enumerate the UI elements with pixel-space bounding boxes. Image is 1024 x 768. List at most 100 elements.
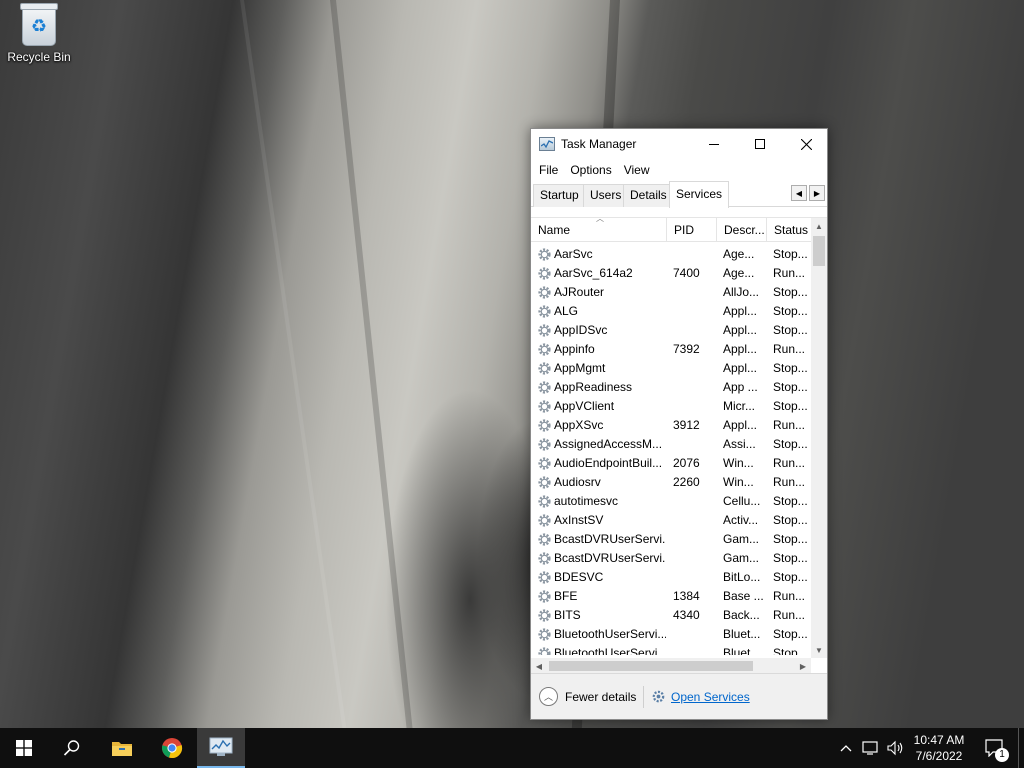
tab-scroll-left-button[interactable]: ◀ (791, 185, 807, 201)
service-gear-icon (538, 305, 551, 318)
show-hidden-icons-button[interactable] (836, 728, 856, 768)
recycle-bin-shortcut[interactable]: ♻ Recycle Bin (6, 3, 72, 64)
column-header-name[interactable]: Name (531, 218, 667, 242)
service-gear-icon (538, 362, 551, 375)
service-gear-icon (538, 590, 551, 603)
service-row[interactable]: AarSvc Age... Stop... (531, 245, 811, 264)
maximize-button[interactable] (737, 129, 783, 159)
vertical-scroll-thumb[interactable] (813, 236, 825, 266)
service-row[interactable]: autotimesvc Cellu... Stop... (531, 492, 811, 511)
task-manager-taskbar-button[interactable] (197, 728, 245, 768)
task-manager-icon (209, 737, 233, 756)
footer-bar: ︿ Fewer details Open Services (531, 673, 827, 719)
menu-view[interactable]: View (620, 163, 654, 177)
service-pid: 7392 (673, 342, 700, 356)
service-status: Run... (773, 418, 806, 432)
column-header-pid[interactable]: PID (667, 218, 717, 242)
service-row[interactable]: AppMgmt Appl... Stop... (531, 359, 811, 378)
service-gear-icon (538, 286, 551, 299)
services-rows: AarSvc Age... Stop... AarSvc_614a2 7400 Age..… (531, 245, 811, 655)
maximize-icon (755, 139, 765, 149)
column-header-description[interactable]: Descr... (717, 218, 767, 242)
service-description: Bluet... (723, 627, 761, 641)
tab-startup[interactable]: Startup (533, 184, 586, 207)
service-gear-icon (538, 476, 551, 489)
chrome-button[interactable] (148, 728, 196, 768)
desktop: ♻ Recycle Bin (0, 0, 1024, 728)
service-name: BcastDVRUserServi... (554, 551, 666, 565)
service-row[interactable]: BFE 1384 Base ... Run... (531, 587, 811, 606)
tab-scroll-right-button[interactable]: ▶ (809, 185, 825, 201)
service-description: Micr... (723, 399, 755, 413)
service-gear-icon (538, 438, 551, 451)
service-row[interactable]: AppVClient Micr... Stop... (531, 397, 811, 416)
service-row[interactable]: BcastDVRUserServi... Gam... Stop... (531, 530, 811, 549)
fewer-details-button[interactable]: Fewer details (565, 690, 636, 704)
file-explorer-button[interactable] (98, 728, 146, 768)
recycle-bin-icon: ♻ (20, 3, 58, 46)
open-services-link[interactable]: Open Services (671, 690, 750, 704)
task-manager-window: Task Manager File Options View Startup U… (530, 128, 828, 720)
service-name: AarSvc_614a2 (554, 266, 633, 280)
volume-button[interactable] (884, 728, 906, 768)
service-row[interactable]: AppIDSvc Appl... Stop... (531, 321, 811, 340)
taskbar: 10:47 AM 7/6/2022 1 (0, 728, 1024, 768)
clock[interactable]: 10:47 AM 7/6/2022 (904, 732, 974, 764)
show-desktop-button[interactable] (1018, 728, 1024, 768)
service-row[interactable]: BcastDVRUserServi... Gam... Stop... (531, 549, 811, 568)
column-header-status[interactable]: Status (767, 218, 811, 242)
chevron-up-circle-icon[interactable]: ︿ (539, 687, 558, 706)
service-row[interactable]: AppXSvc 3912 Appl... Run... (531, 416, 811, 435)
scroll-up-icon[interactable]: ▲ (811, 218, 827, 234)
service-row[interactable]: AxInstSV Activ... Stop... (531, 511, 811, 530)
service-row[interactable]: Appinfo 7392 Appl... Run... (531, 340, 811, 359)
scroll-right-icon[interactable]: ▶ (795, 658, 811, 674)
service-row[interactable]: BluetoothUserServi... Bluet... Stop... (531, 625, 811, 644)
service-row[interactable]: AppReadiness App ... Stop... (531, 378, 811, 397)
service-status: Stop... (773, 494, 808, 508)
service-description: Appl... (723, 323, 758, 337)
service-row[interactable]: BDESVC BitLo... Stop... (531, 568, 811, 587)
service-gear-icon (538, 495, 551, 508)
vertical-scrollbar[interactable]: ▲ ▼ (811, 218, 827, 658)
service-description: Appl... (723, 342, 758, 356)
tab-services[interactable]: Services (669, 181, 730, 208)
service-row[interactable]: AudioEndpointBuil... 2076 Win... Run... (531, 454, 811, 473)
service-status: Stop... (773, 646, 808, 655)
service-name: AppMgmt (554, 361, 606, 375)
start-button[interactable] (0, 728, 48, 768)
service-row[interactable]: AarSvc_614a2 7400 Age... Run... (531, 264, 811, 283)
title-bar[interactable]: Task Manager (531, 129, 827, 159)
scroll-down-icon[interactable]: ▼ (811, 642, 827, 658)
service-description: Win... (723, 475, 754, 489)
service-row[interactable]: AJRouter AllJo... Stop... (531, 283, 811, 302)
minimize-button[interactable] (691, 129, 737, 159)
service-row[interactable]: ALG Appl... Stop... (531, 302, 811, 321)
triangle-left-icon: ◀ (795, 188, 803, 198)
service-row[interactable]: BluetoothUserServi... Bluet... Stop... (531, 644, 811, 655)
menu-file[interactable]: File (535, 163, 562, 177)
service-gear-icon (538, 457, 551, 470)
service-row[interactable]: AssignedAccessM... Assi... Stop... (531, 435, 811, 454)
horizontal-scroll-thumb[interactable] (549, 661, 753, 671)
search-button[interactable] (48, 728, 96, 768)
scroll-left-icon[interactable]: ◀ (531, 658, 547, 674)
notification-center-button[interactable]: 1 (980, 728, 1010, 768)
service-name: autotimesvc (554, 494, 619, 508)
network-button[interactable] (860, 728, 882, 768)
minimize-icon (709, 144, 719, 145)
network-icon (862, 741, 878, 755)
close-button[interactable] (783, 129, 829, 159)
service-status: Stop... (773, 380, 808, 394)
service-gear-icon (538, 552, 551, 565)
menu-options[interactable]: Options (566, 163, 615, 177)
service-name: AppVClient (554, 399, 615, 413)
service-gear-icon (538, 343, 551, 356)
speaker-icon (887, 740, 903, 756)
service-row[interactable]: Audiosrv 2260 Win... Run... (531, 473, 811, 492)
tab-details[interactable]: Details (623, 184, 674, 207)
tab-users[interactable]: Users (583, 184, 629, 207)
service-row[interactable]: BITS 4340 Back... Run... (531, 606, 811, 625)
horizontal-scrollbar[interactable]: ◀ ▶ (531, 658, 811, 674)
service-status: Run... (773, 608, 806, 622)
